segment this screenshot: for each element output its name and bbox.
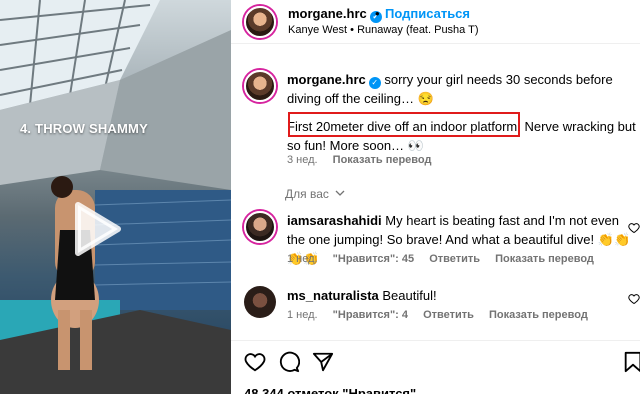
follow-button[interactable]: Подписаться <box>385 6 470 21</box>
play-icon[interactable] <box>74 201 122 257</box>
video-overlay-text: 4. THROW SHAMMY <box>20 121 148 136</box>
commenter-avatar[interactable] <box>244 286 276 318</box>
comment-likes-count[interactable]: "Нравится": 4 <box>333 309 408 321</box>
post-panel: morgane.hrc ✓ • Подписаться Kanye West • … <box>231 0 640 394</box>
comment-reply-button[interactable]: Ответить <box>423 309 474 321</box>
caption-timestamp[interactable]: 3 нед. <box>287 154 318 166</box>
highlight-annotation-box <box>288 112 520 137</box>
comment-text: ms_naturalista Beautiful! <box>287 286 635 305</box>
comment-sort-label: Для вас <box>285 187 329 201</box>
caption-avatar[interactable] <box>244 70 276 102</box>
caption-translate-link[interactable]: Показать перевод <box>333 154 432 166</box>
commenter-username[interactable]: iamsarashahidi <box>287 213 382 228</box>
comment-like-icon[interactable] <box>628 293 640 305</box>
caption-username[interactable]: morgane.hrc <box>287 72 366 87</box>
post-likes-count[interactable]: 48 344 отметок "Нравится" <box>244 386 416 394</box>
comment-sort-selector[interactable]: Для вас <box>285 187 345 201</box>
chevron-down-icon <box>335 190 345 196</box>
audio-track-link[interactable]: Kanye West • Runaway (feat. Pusha T) <box>288 24 479 36</box>
commenter-username[interactable]: ms_naturalista <box>287 288 379 303</box>
commenter-avatar[interactable] <box>244 211 276 243</box>
separator-dot: • <box>375 6 380 21</box>
share-icon[interactable] <box>312 351 334 373</box>
comment-likes-count[interactable]: "Нравится": 45 <box>333 253 414 265</box>
bookmark-icon[interactable] <box>622 351 640 373</box>
caption-meta: 3 нед. Показать перевод <box>287 154 431 166</box>
comment-timestamp[interactable]: 1 нед. <box>287 309 318 321</box>
comment-meta: 1 нед. "Нравится": 45 Ответить Показать … <box>287 253 594 265</box>
author-username[interactable]: morgane.hrc ✓ <box>288 6 382 23</box>
verified-icon: ✓ <box>368 77 381 89</box>
comment-body: Beautiful! <box>382 288 437 303</box>
comment-like-icon[interactable] <box>628 222 640 234</box>
video-background-scene <box>0 0 231 394</box>
post-header: morgane.hrc ✓ • Подписаться Kanye West • … <box>231 0 640 44</box>
reel-video[interactable]: 4. THROW SHAMMY <box>0 0 231 394</box>
comment-meta: 1 нед. "Нравится": 4 Ответить Показать п… <box>287 309 588 321</box>
comment-reply-button[interactable]: Ответить <box>429 253 480 265</box>
comment-translate-link[interactable]: Показать перевод <box>489 309 588 321</box>
comment-translate-link[interactable]: Показать перевод <box>495 253 594 265</box>
author-avatar[interactable] <box>244 6 276 38</box>
comment-icon[interactable] <box>278 351 300 373</box>
comment-timestamp[interactable]: 1 нед. <box>287 253 318 265</box>
heart-icon[interactable] <box>244 351 266 373</box>
